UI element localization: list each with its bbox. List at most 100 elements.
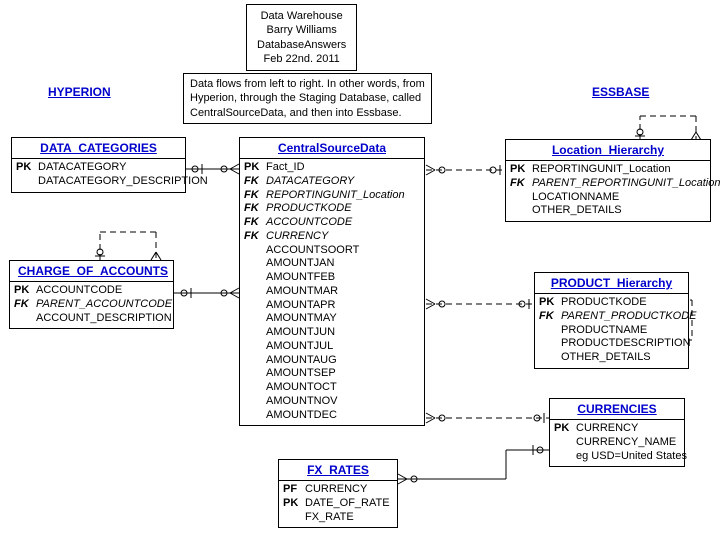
column-name: DATACATEGORY_DESCRIPTION bbox=[38, 175, 208, 189]
column-name: PRODUCTNAME bbox=[561, 324, 647, 338]
column-name: ACCOUNTCODE bbox=[36, 284, 122, 298]
entity-location-hierarchy: Location_Hierarchy PKREPORTINGUNIT_Locat… bbox=[505, 139, 711, 222]
entity-row: ACCOUNT_DESCRIPTION bbox=[14, 312, 169, 326]
key-indicator bbox=[244, 409, 266, 423]
column-name: CURRENCY bbox=[576, 422, 638, 436]
key-indicator: FK bbox=[244, 230, 266, 244]
column-name: PRODUCTKODE bbox=[266, 202, 352, 216]
entity-row: AMOUNTAUG bbox=[244, 354, 420, 368]
entity-row: AMOUNTJUN bbox=[244, 326, 420, 340]
key-indicator: PK bbox=[244, 161, 266, 175]
column-name: OTHER_DETAILS bbox=[532, 204, 622, 218]
entity-charge-of-accounts: CHARGE_OF_ACCOUNTS PKACCOUNTCODEFKPARENT… bbox=[9, 260, 174, 329]
entity-row: AMOUNTMAR bbox=[244, 285, 420, 299]
entity-row: AMOUNTNOV bbox=[244, 395, 420, 409]
entity-row: AMOUNTDEC bbox=[244, 409, 420, 423]
column-name: ACCOUNTCODE bbox=[266, 216, 352, 230]
entity-row: PRODUCTNAME bbox=[539, 324, 684, 338]
entity-row: FKREPORTINGUNIT_Location bbox=[244, 189, 420, 203]
info-line-3: DatabaseAnswers bbox=[257, 38, 346, 52]
column-name: FX_RATE bbox=[305, 511, 354, 525]
key-indicator bbox=[244, 257, 266, 271]
key-indicator: FK bbox=[244, 216, 266, 230]
entity-title: CHARGE_OF_ACCOUNTS bbox=[9, 260, 174, 282]
entity-body: PFCURRENCYPKDATE_OF_RATEFX_RATE bbox=[278, 481, 398, 528]
entity-data-categories: DATA_CATEGORIES PKDATACATEGORYDATACATEGO… bbox=[11, 137, 186, 193]
diagram-canvas: Data Warehouse Barry Williams DatabaseAn… bbox=[0, 0, 725, 544]
column-name: ACCOUNT_DESCRIPTION bbox=[36, 312, 172, 326]
column-name: AMOUNTJUL bbox=[266, 340, 333, 354]
column-name: AMOUNTMAY bbox=[266, 312, 337, 326]
column-name: CURRENCY bbox=[266, 230, 328, 244]
entity-row: PKPRODUCTKODE bbox=[539, 296, 684, 310]
key-indicator bbox=[244, 299, 266, 313]
entity-row: FKACCOUNTCODE bbox=[244, 216, 420, 230]
column-name: CURRENCY bbox=[305, 483, 367, 497]
info-line-1: Data Warehouse bbox=[257, 9, 346, 23]
entity-title: FX_RATES bbox=[278, 459, 398, 481]
entity-row: FKPRODUCTKODE bbox=[244, 202, 420, 216]
entity-row: DATACATEGORY_DESCRIPTION bbox=[16, 175, 181, 189]
key-indicator: FK bbox=[244, 175, 266, 189]
key-indicator: FK bbox=[244, 202, 266, 216]
entity-row: FX_RATE bbox=[283, 511, 393, 525]
entity-body: PKPRODUCTKODEFKPARENT_PRODUCTKODEPRODUCT… bbox=[534, 294, 689, 369]
column-name: PARENT_ACCOUNTCODE bbox=[36, 298, 172, 312]
flow-description-box: Data flows from left to right. In other … bbox=[183, 73, 432, 124]
key-indicator: FK bbox=[510, 177, 532, 191]
key-indicator bbox=[554, 436, 576, 450]
entity-row: PKCURRENCY bbox=[554, 422, 680, 436]
entity-row: AMOUNTOCT bbox=[244, 381, 420, 395]
key-indicator: PF bbox=[283, 483, 305, 497]
system-essbase-label: ESSBASE bbox=[592, 85, 649, 99]
key-indicator bbox=[244, 244, 266, 258]
entity-row: AMOUNTJAN bbox=[244, 257, 420, 271]
entity-row: LOCATIONNAME bbox=[510, 191, 706, 205]
key-indicator bbox=[244, 285, 266, 299]
entity-row: OTHER_DETAILS bbox=[510, 204, 706, 218]
entity-row: FKPARENT_ACCOUNTCODE bbox=[14, 298, 169, 312]
column-name: CURRENCY_NAME bbox=[576, 436, 676, 450]
key-indicator: FK bbox=[244, 189, 266, 203]
entity-row: PKDATE_OF_RATE bbox=[283, 497, 393, 511]
key-indicator bbox=[244, 395, 266, 409]
entity-title: CURRENCIES bbox=[549, 398, 685, 420]
entity-body: PKCURRENCYCURRENCY_NAMEeg USD=United Sta… bbox=[549, 420, 685, 467]
key-indicator bbox=[244, 312, 266, 326]
entity-row: PKACCOUNTCODE bbox=[14, 284, 169, 298]
entity-currencies: CURRENCIES PKCURRENCYCURRENCY_NAMEeg USD… bbox=[549, 398, 685, 467]
key-indicator bbox=[510, 204, 532, 218]
column-name: REPORTINGUNIT_Location bbox=[266, 189, 405, 203]
key-indicator bbox=[539, 351, 561, 365]
entity-row: AMOUNTFEB bbox=[244, 271, 420, 285]
entity-row: FKPARENT_REPORTINGUNIT_Location bbox=[510, 177, 706, 191]
column-name: AMOUNTSEP bbox=[266, 367, 336, 381]
key-indicator: PK bbox=[510, 163, 532, 177]
entity-row: PKDATACATEGORY bbox=[16, 161, 181, 175]
entity-title: DATA_CATEGORIES bbox=[11, 137, 186, 159]
column-name: AMOUNTAUG bbox=[266, 354, 337, 368]
key-indicator: FK bbox=[14, 298, 36, 312]
entity-product-hierarchy: PRODUCT_Hierarchy PKPRODUCTKODEFKPARENT_… bbox=[534, 272, 689, 369]
key-indicator bbox=[510, 191, 532, 205]
column-name: PARENT_REPORTINGUNIT_Location bbox=[532, 177, 720, 191]
entity-row: PKREPORTINGUNIT_Location bbox=[510, 163, 706, 177]
entity-central-source-data: CentralSourceData PKFact_IDFKDATACATEGOR… bbox=[239, 137, 425, 426]
column-name: AMOUNTMAR bbox=[266, 285, 338, 299]
entity-row: FKPARENT_PRODUCTKODE bbox=[539, 310, 684, 324]
entity-row: FKCURRENCY bbox=[244, 230, 420, 244]
column-name: Fact_ID bbox=[266, 161, 305, 175]
column-name: DATACATEGORY bbox=[38, 161, 126, 175]
column-name: AMOUNTOCT bbox=[266, 381, 337, 395]
column-name: AMOUNTFEB bbox=[266, 271, 335, 285]
key-indicator bbox=[244, 340, 266, 354]
flow-line-3: CentralSourceData, and then into Essbase… bbox=[190, 106, 425, 120]
column-name: PARENT_PRODUCTKODE bbox=[561, 310, 696, 324]
key-indicator bbox=[244, 271, 266, 285]
key-indicator bbox=[244, 367, 266, 381]
column-name: AMOUNTAPR bbox=[266, 299, 335, 313]
entity-title: Location_Hierarchy bbox=[505, 139, 711, 161]
entity-title: PRODUCT_Hierarchy bbox=[534, 272, 689, 294]
key-indicator bbox=[539, 324, 561, 338]
column-name: AMOUNTJUN bbox=[266, 326, 335, 340]
